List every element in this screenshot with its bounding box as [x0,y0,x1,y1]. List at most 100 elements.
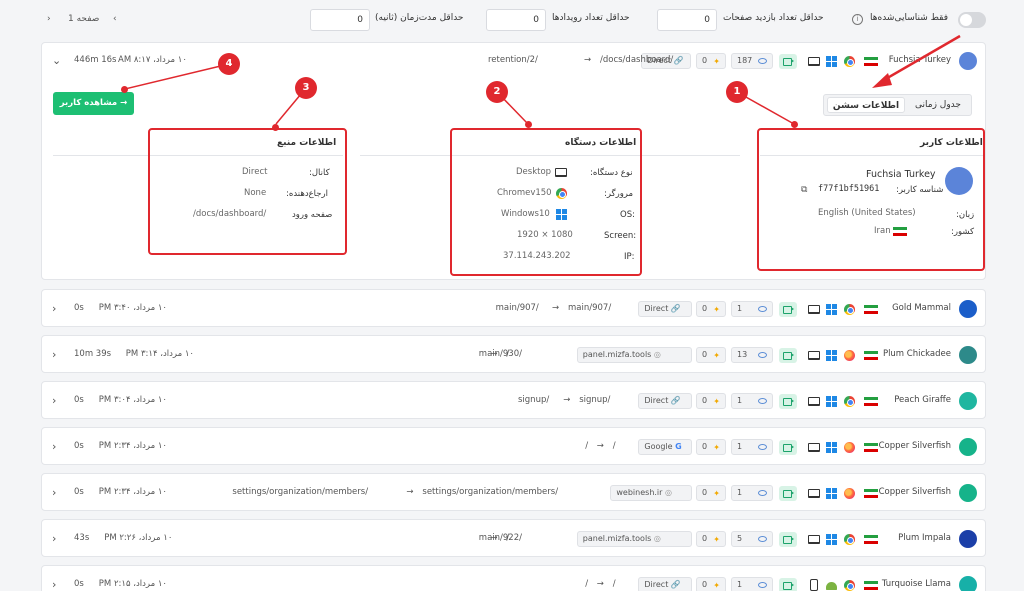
annotation-dot [791,121,798,128]
session-duration: 10m 39s [74,349,112,359]
session-row[interactable]: › 43s ۱۰ مرداد، PM ۲:۲۶ Plum Impala 5 0 ✦ pan… [41,519,986,557]
windows-icon [826,488,837,499]
session-row[interactable]: › 0s ۱۰ مرداد، PM ۲:۳۴ Copper Silverfish 1 0… [41,427,986,465]
recording-icon[interactable] [779,394,797,409]
session-path-from: settings/organization/members/ [422,487,559,497]
site-icon: ◎ [653,534,661,543]
annotation-badge-4: 4 [218,53,240,75]
session-path-from: / [612,579,616,589]
iran-flag-icon [864,351,878,360]
iran-flag-icon [864,305,878,314]
session-time: ۱۰ مرداد، PM ۲:۱۵ [98,579,167,589]
laptop-icon [808,351,820,360]
chevron-right-icon[interactable]: › [52,440,56,453]
eye-icon [758,398,767,404]
recording-icon[interactable] [779,532,797,547]
avatar [959,300,977,318]
chrome-icon [844,396,855,407]
annotation-badge-2: 2 [486,81,508,103]
session-user-name[interactable]: Gold Mammal [892,303,951,313]
session-row[interactable]: › 10m 39s ۱۰ مرداد، PM ۳:۱۴ Plum Chickadee 1… [41,335,986,373]
session-path-from: signup/ [579,395,611,405]
chevron-right-icon[interactable]: › [52,486,56,499]
laptop-icon [808,489,820,498]
recording-icon[interactable] [779,486,797,501]
source-chip: panel.mizfa.tools ◎ [576,531,692,547]
session-path-to: main/907/ [495,303,539,313]
laptop-icon [808,535,820,544]
iran-flag-icon [864,535,878,544]
firefox-icon [844,442,855,453]
views-chip: 1 [731,485,773,501]
click-icon: ✦ [713,489,720,498]
eye-icon [758,306,767,312]
arrow-icon: → [552,303,560,313]
session-row[interactable]: › 0s ۱۰ مرداد، PM ۳:۰۴ Peach Giraffe 1 0 ✦ Di… [41,381,986,419]
iran-flag-icon [864,443,878,452]
link-icon: 🔗 [670,396,681,405]
iran-flag-icon [864,489,878,498]
session-row[interactable]: › 0s ۱۰ مرداد، PM ۳:۴۰ Gold Mammal 1 0 ✦ Dire… [41,289,986,327]
session-path-to: main/930/ [478,349,522,359]
windows-icon [826,534,837,545]
laptop-icon [808,443,820,452]
session-path-to: / [585,441,589,451]
avatar [959,392,977,410]
chevron-right-icon[interactable]: › [52,348,56,361]
link-icon: 🔗 [670,580,681,589]
chevron-right-icon[interactable]: › [52,532,56,545]
windows-icon [826,396,837,407]
session-user-name[interactable]: Copper Silverfish [879,441,951,451]
clicks-chip: 0 ✦ [696,439,726,455]
session-row[interactable]: › 0s ۱۰ مرداد، PM ۲:۳۴ Copper Silverfish 1 0… [41,473,986,511]
avatar [959,438,977,456]
source-chip: Direct 🔗 [638,301,692,317]
recording-icon[interactable] [779,302,797,317]
click-icon: ✦ [713,535,720,544]
session-path-to: settings/organization/members/ [232,487,369,497]
session-duration: 0s [74,579,84,589]
views-chip: 1 [731,439,773,455]
session-user-name[interactable]: Plum Chickadee [883,349,951,359]
avatar [959,530,977,548]
source-chip: Direct 🔗 [638,577,692,591]
session-path-from: main/907/ [568,303,612,313]
eye-icon [758,582,767,588]
laptop-icon [808,305,820,314]
clicks-chip: 0 ✦ [696,577,726,591]
session-path-to: signup/ [518,395,550,405]
annotation-badge-1: 1 [726,81,748,103]
click-icon: ✦ [713,581,720,590]
session-time: ۱۰ مرداد، PM ۳:۰۴ [98,395,167,405]
chrome-icon [844,534,855,545]
click-icon: ✦ [713,351,720,360]
chevron-right-icon[interactable]: › [52,302,56,315]
chevron-right-icon[interactable]: › [52,578,56,591]
chrome-icon [844,580,855,591]
session-user-name[interactable]: Turquoise Llama [882,579,951,589]
recording-icon[interactable] [779,440,797,455]
session-user-name[interactable]: Peach Giraffe [894,395,951,405]
windows-icon [826,350,837,361]
session-path-to: / [585,579,589,589]
clicks-chip: 0 ✦ [696,531,726,547]
click-icon: ✦ [713,443,720,452]
arrow-icon: → [596,579,604,589]
arrow-icon: → [406,487,414,497]
clicks-chip: 0 ✦ [696,347,726,363]
chevron-right-icon[interactable]: › [52,394,56,407]
eye-icon [758,444,767,450]
iran-flag-icon [864,397,878,406]
recording-icon[interactable] [779,348,797,363]
session-user-name[interactable]: Plum Impala [898,533,951,543]
site-icon: ◎ [653,350,661,359]
recording-icon[interactable] [779,578,797,591]
laptop-icon [808,397,820,406]
clicks-chip: 0 ✦ [696,393,726,409]
session-row[interactable]: › 0s ۱۰ مرداد، PM ۲:۱۵ Turquoise Llama 1 0 ✦… [41,565,986,591]
click-icon: ✦ [713,397,720,406]
session-duration: 0s [74,487,84,497]
session-user-name[interactable]: Copper Silverfish [879,487,951,497]
link-icon: 🔗 [670,304,681,313]
arrow-icon: → [563,395,571,405]
